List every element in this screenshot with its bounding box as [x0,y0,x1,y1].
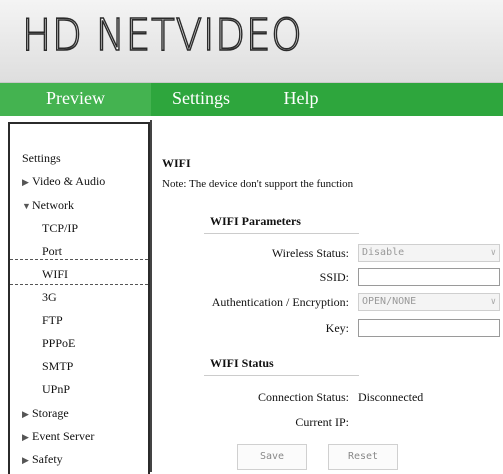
ssid-input[interactable] [358,268,500,286]
current-ip-label: Current IP: [295,415,349,429]
connection-status-value: Disconnected [358,390,424,404]
ssid-label: SSID: [319,270,349,284]
sidebar-selected-highlight [10,259,148,285]
triangle-right-icon: ▶ [22,177,29,187]
sidebar-item-ftp[interactable]: FTP [42,313,63,328]
nav-help[interactable]: Help [251,83,351,116]
auth-encryption-select[interactable]: OPEN/NONE ∨ [358,293,500,311]
save-button[interactable]: Save [237,444,307,470]
triangle-right-icon: ▶ [22,409,29,419]
sidebar-item-port[interactable]: Port [42,244,62,259]
connection-status-label: Connection Status: [258,390,349,404]
wireless-status-select[interactable]: Disable ∨ [358,244,500,262]
sidebar-item-event-server[interactable]: ▶ Event Server [22,429,94,444]
auth-encryption-label: Authentication / Encryption: [211,295,349,309]
section-heading-status: WIFI Status [210,356,274,370]
main-panel: WIFI Note: The device don't support the … [152,122,503,472]
page-title: WIFI [162,156,191,170]
wireless-status-label: Wireless Status: [271,246,349,260]
logo: HD NETVIDEO [21,9,303,62]
sidebar-item-video-audio[interactable]: ▶ Video & Audio [22,174,105,189]
triangle-down-icon: ▼ [22,201,31,211]
sidebar: Settings ▶ Video & Audio ▼Network TCP/IP … [8,122,150,474]
triangle-right-icon: ▶ [22,432,29,442]
sidebar-item-safety[interactable]: ▶ Safety [22,452,63,467]
sidebar-item-smtp[interactable]: SMTP [42,359,73,374]
sidebar-item-settings[interactable]: Settings [22,151,61,166]
header: HD NETVIDEO [0,0,503,83]
sidebar-item-pppoe[interactable]: PPPoE [42,336,75,351]
nav-settings[interactable]: Settings [151,83,251,116]
triangle-right-icon: ▶ [22,455,29,465]
sidebar-item-tcpip[interactable]: TCP/IP [42,221,78,236]
key-label: Key: [325,321,349,335]
top-nav: Preview Settings Help [0,83,503,116]
key-input[interactable] [358,319,500,337]
sidebar-item-network[interactable]: ▼Network [22,198,74,213]
reset-button[interactable]: Reset [328,444,398,470]
section-rule [204,375,359,376]
sidebar-item-upnp[interactable]: UPnP [42,382,70,397]
section-rule [204,233,359,234]
nav-preview[interactable]: Preview [0,83,151,116]
sidebar-item-3g[interactable]: 3G [42,290,57,305]
chevron-down-icon: ∨ [490,248,496,258]
note-text: Note: The device don't support the funct… [162,178,354,190]
chevron-down-icon: ∨ [490,297,496,307]
section-heading-parameters: WIFI Parameters [210,214,301,228]
sidebar-item-storage[interactable]: ▶ Storage [22,406,69,421]
sidebar-item-wifi[interactable]: WIFI [42,267,68,282]
